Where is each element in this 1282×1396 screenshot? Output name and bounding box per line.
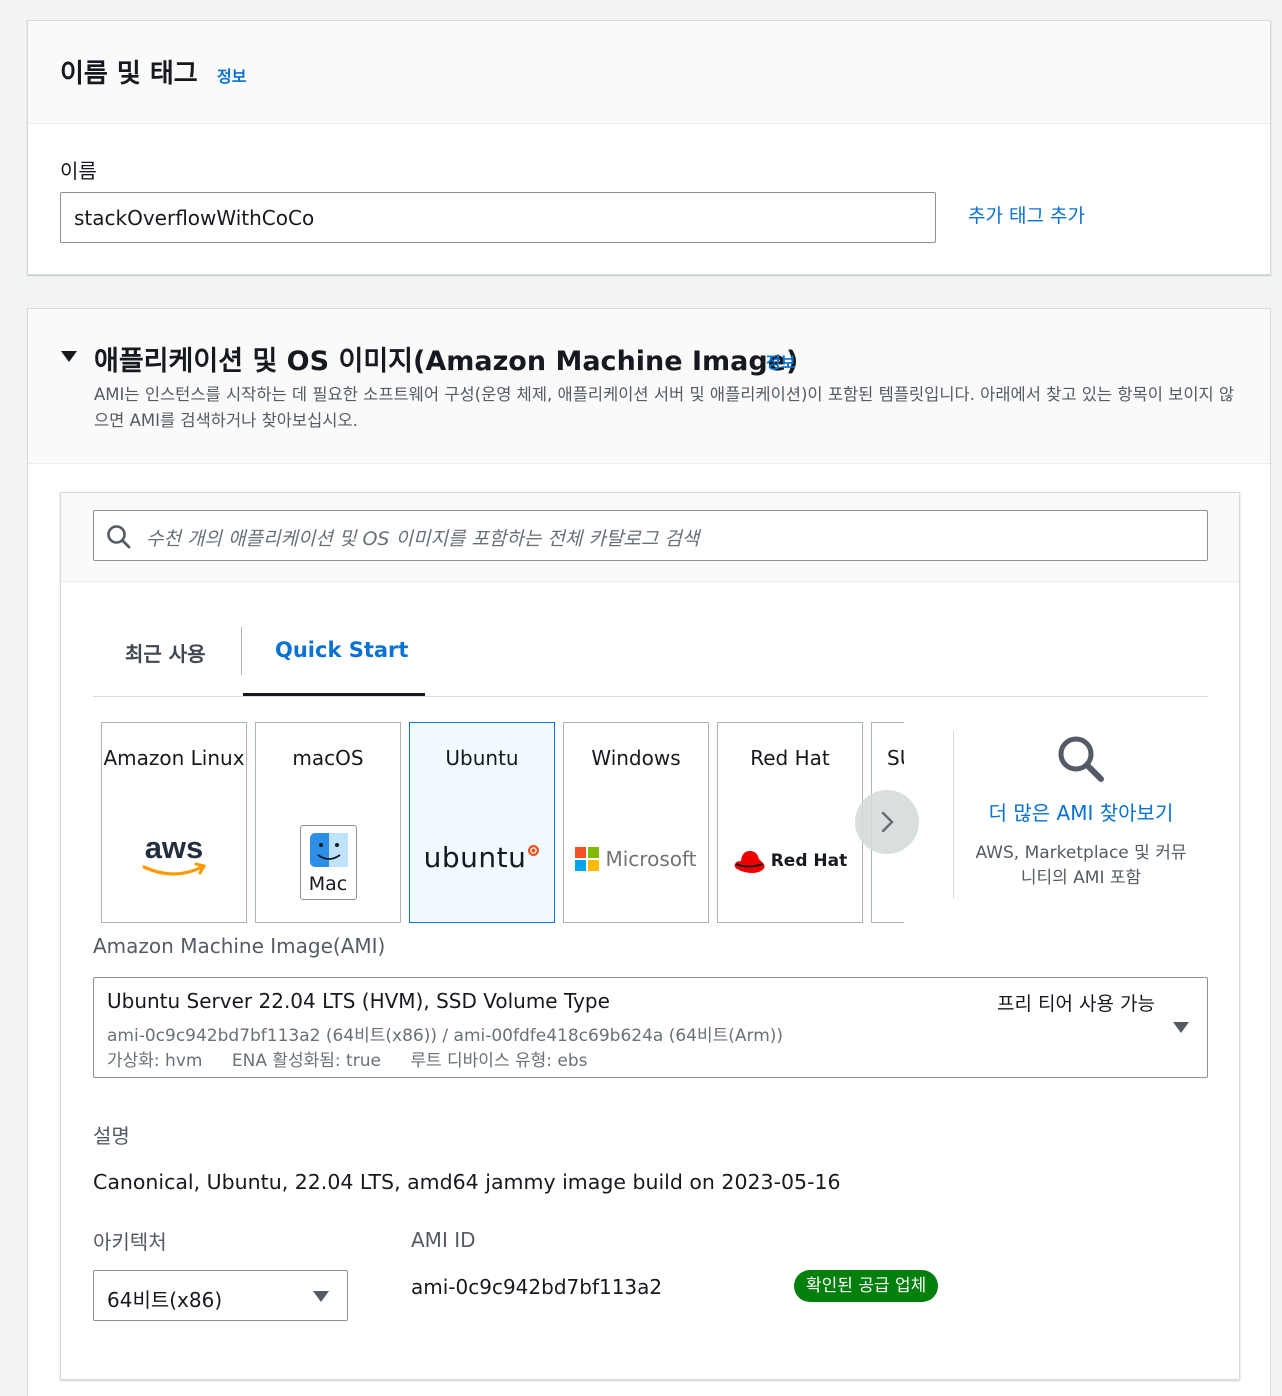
- ubuntu-logo-text: ubuntu: [423, 841, 527, 874]
- ami-label: Amazon Machine Image(AMI): [93, 934, 386, 958]
- add-tag-link[interactable]: 추가 태그 추가: [968, 201, 1085, 228]
- microsoft-logo-text: Microsoft: [605, 847, 697, 871]
- aws-logo-text: aws: [145, 831, 204, 865]
- search-placeholder: 수천 개의 애플리케이션 및 OS 이미지를 포함하는 전체 카탈로그 검색: [146, 528, 700, 550]
- os-tile-redhat[interactable]: Red Hat Red Hat: [717, 722, 863, 923]
- ami-ena: ENA 활성화됨: true: [231, 1051, 381, 1071]
- name-and-tags-panel: 이름 및 태그 정보 이름 추가 태그 추가: [27, 20, 1271, 275]
- ami-id-label: AMI ID: [411, 1228, 476, 1252]
- ami-catalog: 수천 개의 애플리케이션 및 OS 이미지를 포함하는 전체 카탈로그 검색 최…: [60, 492, 1240, 1380]
- os-tile-macos[interactable]: macOS Mac: [255, 722, 401, 923]
- os-tile-label: Ubuntu: [445, 746, 519, 770]
- panel-header: 이름 및 태그 정보: [28, 21, 1270, 124]
- os-tile-label: Windows: [591, 746, 681, 770]
- browse-search-icon[interactable]: [1055, 733, 1107, 789]
- tab-quick-start[interactable]: Quick Start: [275, 638, 408, 662]
- name-input[interactable]: [60, 192, 936, 243]
- ami-panel-header: 애플리케이션 및 OS 이미지(Amazon Machine Image) 정보…: [28, 309, 1270, 464]
- chevron-right-icon: [881, 811, 894, 833]
- name-label: 이름: [60, 159, 97, 183]
- ami-ids: ami-0c9c942bd7bf113a2 (64비트(x86)) / ami-…: [107, 1026, 784, 1046]
- catalog-search-input[interactable]: 수천 개의 애플리케이션 및 OS 이미지를 포함하는 전체 카탈로그 검색: [93, 510, 1208, 561]
- search-area: 수천 개의 애플리케이션 및 OS 이미지를 포함하는 전체 카탈로그 검색: [61, 493, 1239, 582]
- ami-virtualization: 가상화: hvm: [107, 1051, 203, 1071]
- ami-panel: 애플리케이션 및 OS 이미지(Amazon Machine Image) 정보…: [27, 308, 1271, 1396]
- architecture-value: 64비트(x86): [107, 1288, 223, 1312]
- tab-rule: [93, 696, 1208, 697]
- browse-more-subtitle: AWS, Marketplace 및 커뮤니티의 AMI 포함: [975, 843, 1187, 888]
- os-tile-windows[interactable]: Windows Microsoft: [563, 722, 709, 923]
- description-value: Canonical, Ubuntu, 22.04 LTS, amd64 jamm…: [93, 1170, 841, 1194]
- ami-info-link[interactable]: 정보: [766, 349, 795, 373]
- mac-finder-icon: Mac: [256, 825, 400, 900]
- browse-more-ami-link[interactable]: 더 많은 AMI 찾아보기: [971, 797, 1191, 826]
- redhat-logo-text: Red Hat: [770, 851, 848, 871]
- browse-divider: [953, 731, 954, 899]
- search-icon: [106, 524, 132, 554]
- ami-panel-title: 애플리케이션 및 OS 이미지(Amazon Machine Image): [94, 346, 799, 377]
- free-tier-label: 프리 티어 사용 가능: [997, 993, 1155, 1015]
- tiles-next-button[interactable]: [855, 790, 919, 854]
- mac-logo-text: Mac: [308, 873, 348, 895]
- caret-down-icon: [1173, 1022, 1189, 1033]
- architecture-select[interactable]: 64비트(x86): [93, 1270, 348, 1321]
- tab-recent[interactable]: 최근 사용: [125, 638, 206, 667]
- ami-name: Ubuntu Server 22.04 LTS (HVM), SSD Volum…: [107, 989, 610, 1013]
- os-tile-label: Amazon Linux: [103, 746, 245, 770]
- ami-meta: 가상화: hvm ENA 활성화됨: true 루트 디바이스 유형: ebs: [107, 1046, 612, 1071]
- aws-logo-icon: aws: [102, 831, 246, 879]
- os-tiles: Amazon Linux aws macOS Mac Ubuntu ubuntu…: [101, 722, 904, 924]
- collapse-caret-icon[interactable]: [61, 351, 77, 362]
- microsoft-logo-icon: Microsoft: [564, 847, 708, 871]
- info-link[interactable]: 정보: [217, 63, 246, 87]
- verified-provider-badge: 확인된 공급 업체: [794, 1270, 939, 1302]
- description-label: 설명: [93, 1124, 130, 1148]
- panel-title: 이름 및 태그: [60, 59, 198, 89]
- os-tile-amazon-linux[interactable]: Amazon Linux aws: [101, 722, 247, 923]
- ubuntu-logo-icon: ubuntu: [410, 841, 554, 874]
- architecture-label: 아키텍처: [93, 1230, 167, 1254]
- os-tile-label: SUSE Linux: [887, 746, 904, 770]
- ami-root-device: 루트 디바이스 유형: ebs: [410, 1051, 588, 1071]
- ami-select[interactable]: Ubuntu Server 22.04 LTS (HVM), SSD Volum…: [93, 977, 1208, 1078]
- redhat-logo-icon: Red Hat: [718, 847, 862, 875]
- tab-divider: [241, 627, 242, 675]
- os-tile-label: macOS: [292, 746, 364, 770]
- os-tile-ubuntu[interactable]: Ubuntu ubuntu: [409, 722, 555, 923]
- ami-panel-description: AMI는 인스턴스를 시작하는 데 필요한 소프트웨어 구성(운영 체제, 애플…: [94, 385, 1235, 430]
- ami-id-value: ami-0c9c942bd7bf113a2: [411, 1275, 663, 1299]
- os-tile-label: Red Hat: [750, 746, 830, 770]
- caret-down-icon: [313, 1291, 329, 1302]
